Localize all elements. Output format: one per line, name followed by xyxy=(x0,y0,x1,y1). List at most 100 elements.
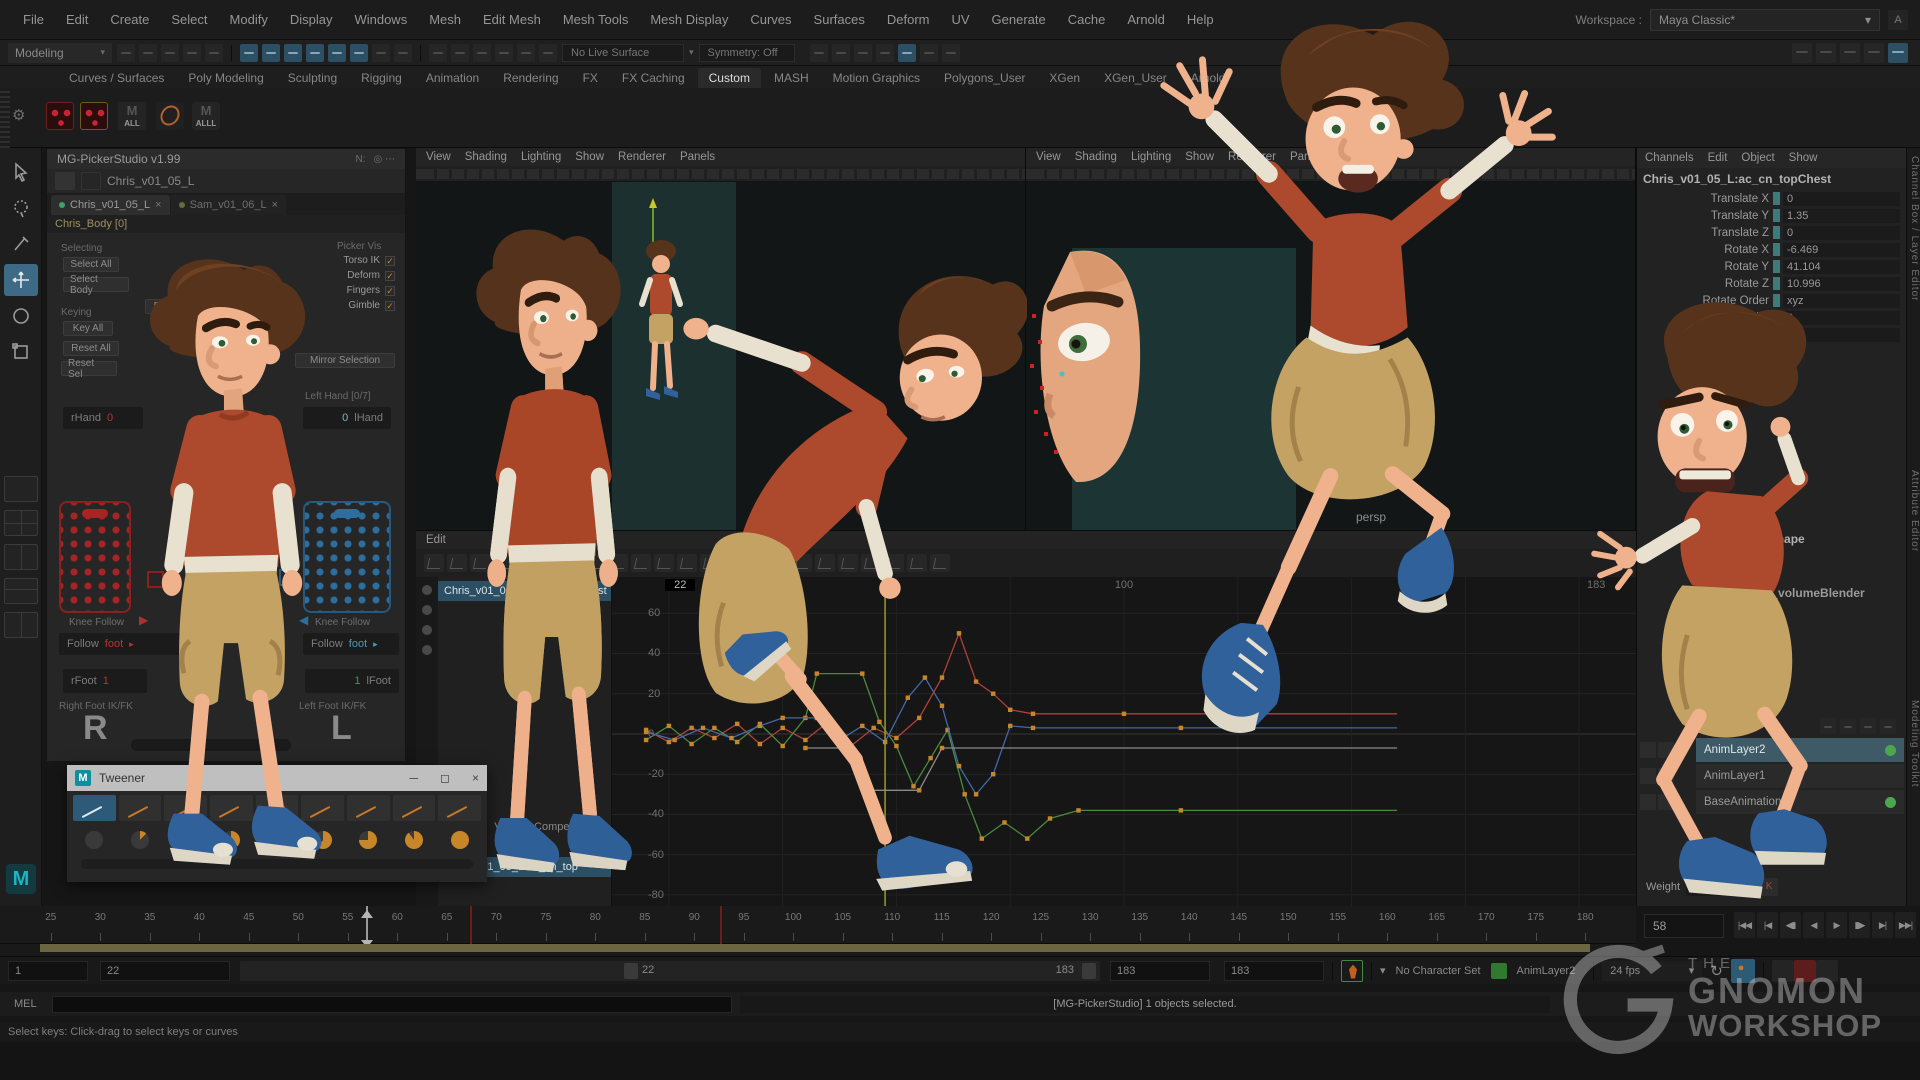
lasso-shelf-icon[interactable] xyxy=(156,102,184,130)
channel-row[interactable]: Rotate X -6.469 xyxy=(1637,241,1906,258)
shelf-tab[interactable]: Motion Graphics xyxy=(822,68,931,88)
lattice-deform-icon[interactable] xyxy=(470,554,490,572)
knee-follow-arrow-icon[interactable]: ▶ xyxy=(139,613,148,627)
viewport-menu-item[interactable]: Renderer xyxy=(1228,151,1276,163)
menu-item[interactable]: Edit Mesh xyxy=(472,8,552,31)
vis-option-row[interactable]: Deform ✓ xyxy=(299,270,395,281)
frame-tick[interactable]: 105 xyxy=(818,906,868,943)
checkbox-checked-icon[interactable]: ✓ xyxy=(385,256,395,266)
frame-tick[interactable]: 95 xyxy=(719,906,769,943)
left-elbow-picker[interactable] xyxy=(279,569,296,586)
picker-options-icon[interactable]: ◎ ⋯ xyxy=(373,154,395,165)
channel-row[interactable]: Rotate Order xyz xyxy=(1637,292,1906,309)
channel-value-field[interactable]: 0 xyxy=(1783,192,1900,206)
menu-item[interactable]: Help xyxy=(1176,8,1225,31)
new-scene-icon[interactable] xyxy=(117,44,135,62)
snap-grid-icon[interactable] xyxy=(240,44,258,62)
clamped-tangent-icon[interactable] xyxy=(631,554,651,572)
divider[interactable] xyxy=(420,45,421,61)
graph-menu-item[interactable]: Keys xyxy=(492,534,518,546)
viewport-menu-item[interactable]: View xyxy=(1036,151,1061,163)
outliner-node-selected[interactable]: Chris_v01_05_L:ac_cn_topChest xyxy=(438,581,611,601)
mirror-selection-button[interactable]: Mirror Selection xyxy=(295,353,395,368)
channel-box-toggle-icon[interactable] xyxy=(1816,43,1836,63)
shelf-tab[interactable]: Curves / Surfaces xyxy=(58,68,175,88)
curve-input-icon[interactable] xyxy=(495,44,513,62)
tween-clamp-icon[interactable] xyxy=(301,795,344,821)
menu-item[interactable]: UV xyxy=(940,8,980,31)
move-layer-down-icon[interactable] xyxy=(1880,718,1896,734)
spline-tangent-icon[interactable] xyxy=(608,554,628,572)
menu-item[interactable]: Create xyxy=(99,8,160,31)
frame-tick[interactable]: 110 xyxy=(868,906,918,943)
step-tangent-icon[interactable] xyxy=(700,554,720,572)
tweener-title-bar[interactable]: M Tweener ─ ◻ × xyxy=(67,765,487,791)
tween-amount-pie-icon[interactable] xyxy=(119,825,162,855)
right-fingers-picker-grid[interactable] xyxy=(59,501,131,613)
close-icon[interactable]: × xyxy=(272,199,278,211)
four-pane-layout-icon[interactable] xyxy=(4,510,38,536)
menu-item[interactable]: Select xyxy=(160,8,218,31)
frame-tick[interactable]: 130 xyxy=(1066,906,1116,943)
menu-item[interactable]: Surfaces xyxy=(803,8,876,31)
menu-item[interactable]: Display xyxy=(279,8,344,31)
shelf-tab[interactable]: Arnold xyxy=(1180,68,1237,88)
channel-row[interactable]: Translate X 0 xyxy=(1637,190,1906,207)
key-all-shelf-icon[interactable]: ALLL xyxy=(192,102,220,130)
retime-icon[interactable] xyxy=(516,554,536,572)
vis-option-row[interactable]: Fingers ✓ xyxy=(299,285,395,296)
tool-settings-toggle-icon[interactable] xyxy=(1864,43,1884,63)
anim-end-field[interactable]: 183 xyxy=(1224,961,1324,981)
frame-tick[interactable]: 175 xyxy=(1511,906,1561,943)
frame-tick[interactable]: 45 xyxy=(224,906,274,943)
frame-tick[interactable]: 145 xyxy=(1214,906,1264,943)
tween-spike-icon[interactable] xyxy=(347,795,390,821)
weight-key-button[interactable]: K xyxy=(1736,878,1754,896)
snap-point-icon[interactable] xyxy=(284,44,302,62)
tween-amount-pie-icon[interactable] xyxy=(210,825,253,855)
viewport-pane-right[interactable]: ViewShadingLightingShowRendererPanels pe… xyxy=(1026,148,1636,530)
tab-attribute-editor[interactable]: Attribute Editor xyxy=(1907,470,1920,552)
tween-triangle-icon[interactable] xyxy=(119,795,162,821)
frame-tick[interactable]: 25 xyxy=(26,906,76,943)
two-pane-layout-icon[interactable] xyxy=(4,544,38,570)
channel-box-menu-item[interactable]: Channels xyxy=(1645,152,1694,164)
display-layer-icon[interactable] xyxy=(876,44,894,62)
viewport-canvas-left[interactable] xyxy=(416,182,1025,530)
frame-tick[interactable]: 170 xyxy=(1462,906,1512,943)
viewport-canvas-right[interactable]: persp xyxy=(1026,182,1635,530)
shelf-tab[interactable]: Poly Modeling xyxy=(177,68,274,88)
facial-button[interactable]: Facial xyxy=(145,299,189,314)
weight-field[interactable]: 1.00 xyxy=(1686,878,1730,896)
free-weight-icon[interactable] xyxy=(838,554,858,572)
channel-row[interactable]: Translate Y 1.35 xyxy=(1637,207,1906,224)
frame-tick[interactable]: 40 xyxy=(175,906,225,943)
tween-linear-icon[interactable] xyxy=(73,795,116,821)
channel-box-menu-item[interactable]: Object xyxy=(1741,152,1774,164)
viewport-icon-strip[interactable] xyxy=(1026,166,1635,182)
select-tool-icon[interactable] xyxy=(4,156,38,188)
picker-shelf-gold-icon[interactable] xyxy=(80,102,108,130)
time-slider[interactable]: 2530354045505560657075808590951001051101… xyxy=(0,906,1636,956)
center-view-icon[interactable] xyxy=(585,554,605,572)
layer-state-cells[interactable] xyxy=(1640,768,1696,784)
select-all-button[interactable]: Select All xyxy=(63,257,119,272)
snap-curve-icon[interactable] xyxy=(262,44,280,62)
raise-application-icon[interactable] xyxy=(1792,43,1812,63)
channel-value-field[interactable]: 0 xyxy=(1783,328,1900,342)
shelf-tab[interactable]: Rendering xyxy=(492,68,569,88)
graph-plot-area[interactable]: 6040200-20-40-60-80 22100150183 xyxy=(612,577,1636,907)
move-tool-icon[interactable] xyxy=(4,264,38,296)
new-anim-layer-icon[interactable] xyxy=(1820,718,1836,734)
lasso-tool-icon[interactable] xyxy=(4,192,38,224)
picker-hand-tool-icon[interactable] xyxy=(55,172,75,190)
menu-item[interactable]: Deform xyxy=(876,8,941,31)
frame-all-icon[interactable] xyxy=(539,554,559,572)
maximize-icon[interactable]: ◻ xyxy=(440,771,450,785)
channel-box-menu-item[interactable]: Show xyxy=(1789,152,1818,164)
auto-tangent-icon[interactable] xyxy=(884,554,904,572)
channel-row[interactable]: Breathe 0 xyxy=(1637,309,1906,326)
shelf-tab[interactable]: XGen xyxy=(1038,68,1091,88)
AnimLayer1[interactable]: AnimLayer1 xyxy=(1640,764,1904,788)
channel-row[interactable]: Compensation 0 xyxy=(1637,326,1906,343)
